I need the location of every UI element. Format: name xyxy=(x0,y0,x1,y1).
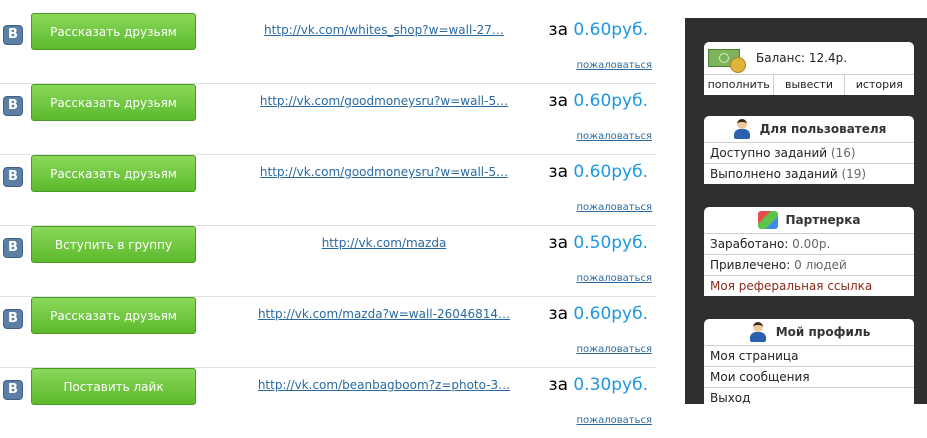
complain-link[interactable]: пожаловаться xyxy=(576,344,652,355)
partner-box: Партнерка Заработано: 0.00р. Привлечено:… xyxy=(704,207,914,296)
tell-friends-button[interactable]: Рассказать друзьям xyxy=(31,84,196,121)
referral-link[interactable]: Моя реферальная ссылка xyxy=(704,275,914,296)
task-price: за 0.50руб. xyxy=(548,233,648,253)
task-item: B Вступить в группу http://vk.com/mazda … xyxy=(0,225,656,297)
join-group-button[interactable]: Вступить в группу xyxy=(31,226,196,263)
tell-friends-button[interactable]: Рассказать друзьям xyxy=(31,13,196,50)
task-price: за 0.60руб. xyxy=(548,304,648,324)
task-list: B Рассказать друзьям http://vk.com/white… xyxy=(0,0,660,426)
my-page-link[interactable]: Моя страница xyxy=(704,345,914,366)
balance-actions: пополнить вывести история xyxy=(704,74,914,95)
task-link[interactable]: http://vk.com/mazda xyxy=(200,236,568,250)
task-price: за 0.30руб. xyxy=(548,375,648,395)
history-link[interactable]: история xyxy=(845,75,914,95)
balance-label: Баланс: 12.4р. xyxy=(756,51,848,65)
tell-friends-button[interactable]: Рассказать друзьям xyxy=(31,297,196,334)
complain-link[interactable]: пожаловаться xyxy=(576,273,652,284)
task-link[interactable]: http://vk.com/beanbagboom?z=photo-3… xyxy=(200,378,568,392)
vk-icon: B xyxy=(3,96,23,116)
task-price: за 0.60руб. xyxy=(548,91,648,111)
task-item: B Рассказать друзьям http://vk.com/mazda… xyxy=(0,296,656,368)
complain-link[interactable]: пожаловаться xyxy=(576,60,652,71)
available-tasks[interactable]: Доступно заданий (16) xyxy=(704,142,914,163)
profile-icon xyxy=(748,322,768,342)
my-messages-link[interactable]: Мои сообщения xyxy=(704,366,914,387)
done-tasks[interactable]: Выполнено заданий (19) xyxy=(704,163,914,184)
vk-icon: B xyxy=(3,380,23,400)
like-button[interactable]: Поставить лайк xyxy=(31,368,196,405)
balance-header: Баланс: 12.4р. xyxy=(704,42,914,74)
topup-link[interactable]: пополнить xyxy=(704,75,775,95)
balance-box: Баланс: 12.4р. пополнить вывести история xyxy=(704,42,914,95)
task-price: за 0.60руб. xyxy=(548,162,648,182)
partner-icon xyxy=(757,211,778,229)
user-box-header: Для пользователя xyxy=(704,116,914,142)
partner-box-header: Партнерка xyxy=(704,207,914,233)
tell-friends-button[interactable]: Рассказать друзьям xyxy=(31,155,196,192)
vk-icon: B xyxy=(3,309,23,329)
complain-link[interactable]: пожаловаться xyxy=(576,202,652,213)
vk-icon: B xyxy=(3,25,23,45)
vk-icon: B xyxy=(3,238,23,258)
profile-box-header: Мой профиль xyxy=(704,319,914,345)
invited-row: Привлечено: 0 людей xyxy=(704,254,914,275)
user-box: Для пользователя Доступно заданий (16) В… xyxy=(704,116,914,184)
task-link[interactable]: http://vk.com/goodmoneysru?w=wall-5… xyxy=(200,94,568,108)
logout-link[interactable]: Выход xyxy=(704,387,914,408)
vk-icon: B xyxy=(3,167,23,187)
user-icon xyxy=(732,119,752,139)
complain-link[interactable]: пожаловаться xyxy=(576,415,652,426)
task-item: B Поставить лайк http://vk.com/beanbagbo… xyxy=(0,367,656,438)
task-link[interactable]: http://vk.com/mazda?w=wall-26046814… xyxy=(200,307,568,321)
task-item: B Рассказать друзьям http://vk.com/goodm… xyxy=(0,83,656,155)
withdraw-link[interactable]: вывести xyxy=(774,75,845,95)
profile-box: Мой профиль Моя страница Мои сообщения В… xyxy=(704,319,914,408)
task-price: за 0.60руб. xyxy=(548,20,648,40)
sidebar: Баланс: 12.4р. пополнить вывести история… xyxy=(685,18,927,408)
complain-link[interactable]: пожаловаться xyxy=(576,131,652,142)
task-link[interactable]: http://vk.com/goodmoneysru?w=wall-5… xyxy=(200,165,568,179)
earned-row: Заработано: 0.00р. xyxy=(704,233,914,254)
task-item: B Рассказать друзьям http://vk.com/white… xyxy=(0,12,656,84)
money-icon xyxy=(708,45,746,73)
task-item: B Рассказать друзьям http://vk.com/goodm… xyxy=(0,154,656,226)
task-link[interactable]: http://vk.com/whites_shop?w=wall-27… xyxy=(200,23,568,37)
